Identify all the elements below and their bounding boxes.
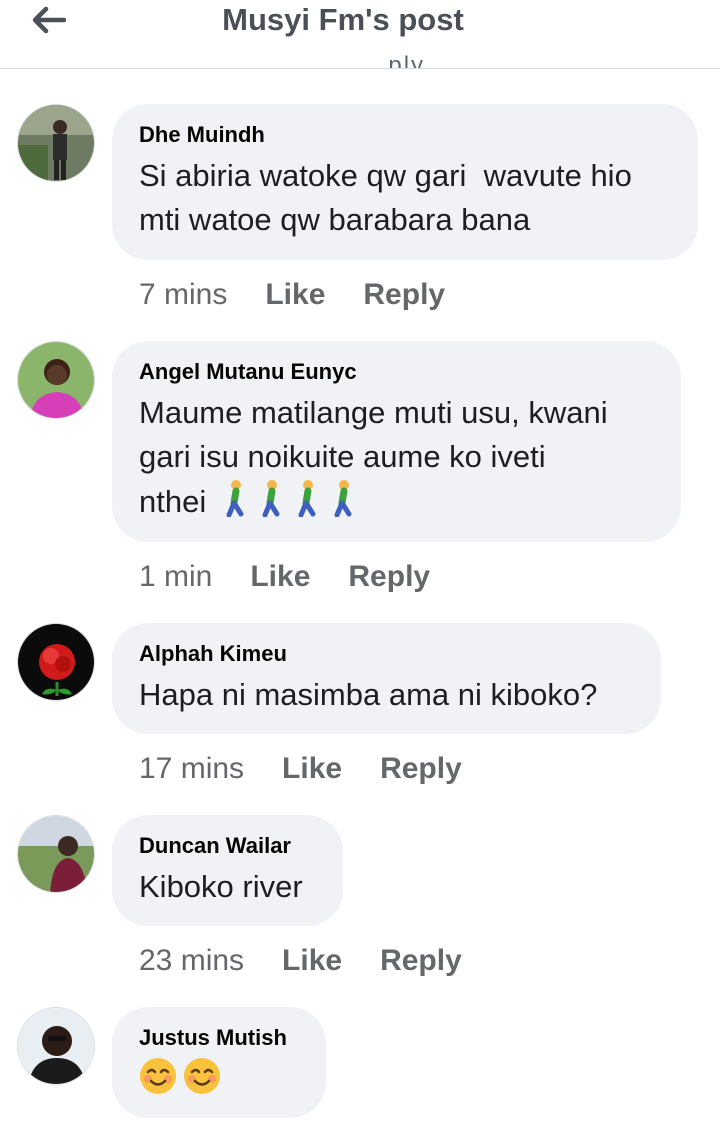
like-button[interactable]: Like	[282, 752, 342, 785]
smiling-face-emoji	[139, 1057, 177, 1107]
avatar[interactable]	[17, 341, 95, 419]
comment-actions: 23 mins Like Reply	[139, 943, 500, 979]
reply-button[interactable]: Reply	[380, 752, 462, 785]
comment-author[interactable]: Duncan Wailar	[139, 833, 317, 859]
man-walking-emoji	[295, 479, 321, 529]
reply-button[interactable]: Reply	[363, 278, 445, 311]
comment-actions: 17 mins Like Reply	[139, 751, 500, 787]
comment-text	[139, 1057, 300, 1107]
comment-text: Hapa ni masimba ama ni kiboko?	[139, 677, 598, 712]
cut-off-previous-actions: ... . . . . . . . . ply	[215, 52, 426, 68]
comment-bubble: Dhe Muindh Si abiria watoke qw gari wavu…	[112, 104, 698, 260]
comment-bubble: Justus Mutish	[112, 1007, 326, 1118]
comment-author[interactable]: Dhe Muindh	[139, 122, 672, 148]
man-walking-emoji	[259, 479, 285, 529]
comment-bubble: Alphah Kimeu Hapa ni masimba ama ni kibo…	[112, 623, 661, 734]
comment-author[interactable]: Angel Mutanu Eunyc	[139, 359, 655, 385]
man-walking-emoji	[223, 479, 249, 529]
comment-author[interactable]: Alphah Kimeu	[139, 641, 635, 667]
comment-author[interactable]: Justus Mutish	[139, 1025, 300, 1051]
comment-actions: 1 min Like Reply	[139, 559, 468, 595]
reply-button[interactable]: Reply	[380, 944, 462, 977]
avatar[interactable]	[17, 104, 95, 182]
comment-bubble: Angel Mutanu Eunyc Maume matilange muti …	[112, 341, 681, 542]
reply-button[interactable]: Reply	[348, 560, 430, 593]
smiling-face-emoji	[183, 1057, 221, 1107]
comment-time: 1 min	[139, 560, 213, 593]
man-walking-emoji	[331, 479, 357, 529]
comment-time: 17 mins	[139, 752, 245, 785]
avatar[interactable]	[17, 1007, 95, 1085]
page-title: Musyi Fm's post	[222, 2, 464, 37]
comment-text: Maume matilange muti usu, kwani gari isu…	[139, 391, 655, 529]
avatar[interactable]	[17, 815, 95, 893]
comment-time: 7 mins	[139, 278, 228, 311]
comment-bubble: Duncan Wailar Kiboko river	[112, 815, 343, 926]
comment-time: 23 mins	[139, 944, 245, 977]
top-bar: Musyi Fm's post ... . . . . . . . . ply	[0, 0, 720, 69]
like-button[interactable]: Like	[250, 560, 310, 593]
like-button[interactable]: Like	[265, 278, 325, 311]
avatar[interactable]	[17, 623, 95, 701]
like-button[interactable]: Like	[282, 944, 342, 977]
comment-text: Si abiria watoke qw gari wavute hio mti …	[139, 158, 632, 237]
comment-actions: 7 mins Like Reply	[139, 277, 483, 313]
comment-text: Kiboko river	[139, 869, 303, 904]
